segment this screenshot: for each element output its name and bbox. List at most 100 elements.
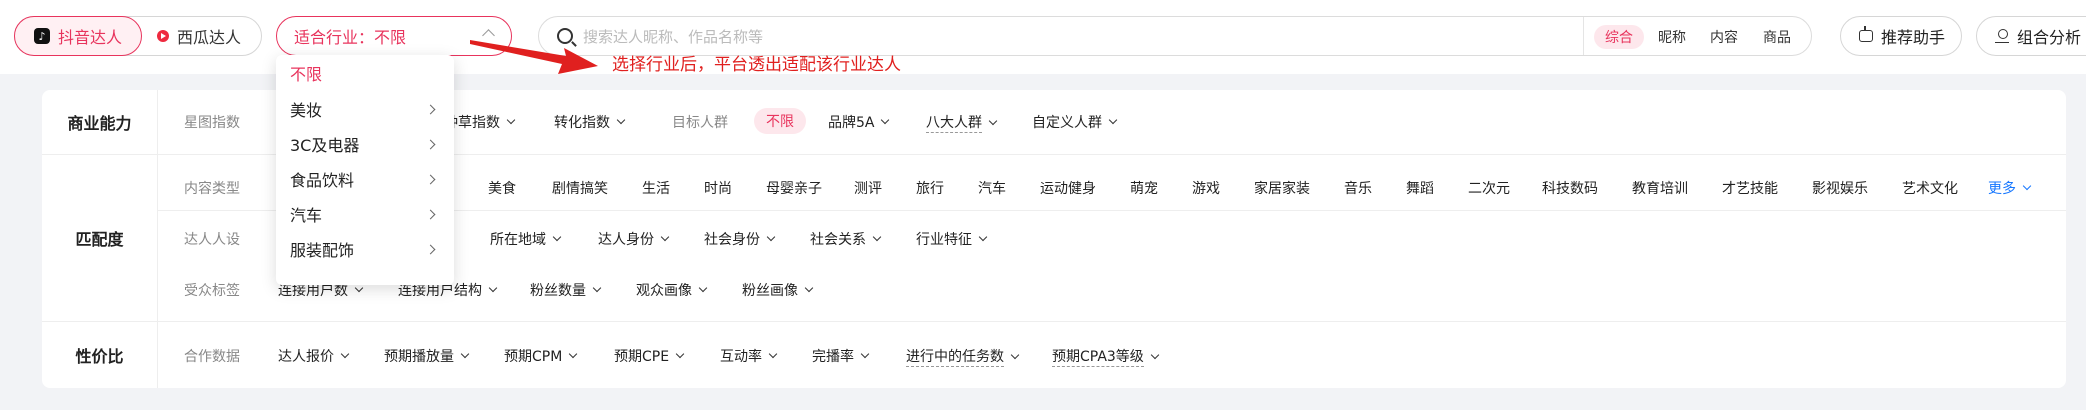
industry-option-label: 美妆: [290, 101, 323, 120]
filter-industry-feature[interactable]: 行业特征: [916, 229, 986, 249]
chevron-right-icon: [425, 209, 436, 219]
content-type-item[interactable]: 生活: [642, 178, 670, 198]
assistant-button[interactable]: 推荐助手: [1840, 16, 1962, 56]
filter-grass-index[interactable]: 种草指数: [444, 112, 514, 132]
industry-dropdown: 不限 美妆 3C及电器 食品饮料 汽车 服装配饰: [276, 55, 454, 285]
content-type-item[interactable]: 汽车: [978, 178, 1006, 198]
label-star-index: 星图指数: [184, 115, 240, 131]
industry-option-label: 服装配饰: [290, 241, 355, 260]
filter-conversion-index-label: 转化指数: [554, 115, 610, 131]
industry-option-beauty[interactable]: 美妆: [290, 92, 440, 126]
filter-expected-cpe[interactable]: 预期CPE: [614, 346, 683, 366]
scope-tab-all[interactable]: 综合: [1594, 25, 1644, 49]
filter-brand-5a[interactable]: 品牌5A: [828, 112, 888, 132]
filter-expected-cpe-label: 预期CPE: [614, 349, 670, 365]
filter-social-identity-label: 社会身份: [704, 232, 760, 248]
filter-region[interactable]: 所在地域: [490, 229, 560, 249]
label-persona: 达人人设: [184, 232, 240, 248]
platform-tab-douyin[interactable]: ♪ 抖音达人: [14, 16, 142, 56]
annotation-text: 选择行业后，平台透出适配该行业达人: [612, 55, 901, 75]
analysis-button-label: 组合分析: [2017, 28, 2082, 47]
platform-tab-xigua[interactable]: 西瓜达人: [157, 17, 241, 55]
filter-engagement-rate-label: 互动率: [720, 349, 762, 365]
filter-ongoing-tasks[interactable]: 进行中的任务数: [906, 346, 1018, 367]
filter-brand-5a-label: 品牌5A: [828, 115, 875, 131]
filter-completion-rate[interactable]: 完播率: [812, 346, 868, 366]
douyin-icon: ♪: [33, 28, 50, 44]
filter-social-relation[interactable]: 社会关系: [810, 229, 880, 249]
filter-expected-cpm-label: 预期CPM: [504, 349, 563, 365]
content-type-item[interactable]: 萌宠: [1130, 178, 1158, 198]
target-any-chip[interactable]: 不限: [754, 108, 806, 134]
industry-option-food[interactable]: 食品饮料: [290, 162, 440, 196]
content-type-item[interactable]: 美食: [488, 178, 516, 198]
scope-tab-nickname[interactable]: 昵称: [1652, 25, 1692, 49]
filter-engagement-rate[interactable]: 互动率: [720, 346, 776, 366]
content-type-item[interactable]: 科技数码: [1542, 178, 1598, 198]
filter-fan-count[interactable]: 粉丝数量: [530, 280, 600, 300]
row-title-value: 性价比: [42, 322, 158, 388]
content-type-item[interactable]: 剧情搞笑: [552, 178, 608, 198]
row-title-commercial: 商业能力: [42, 90, 158, 154]
filter-expected-cpm[interactable]: 预期CPM: [504, 346, 576, 366]
content-type-item[interactable]: 艺术文化: [1902, 178, 1958, 198]
xigua-icon: [157, 30, 169, 42]
filter-fan-count-label: 粉丝数量: [530, 283, 586, 299]
industry-select-value: 适合行业：不限: [294, 28, 407, 47]
filter-fan-profile[interactable]: 粉丝画像: [742, 280, 812, 300]
content-type-item[interactable]: 舞蹈: [1406, 178, 1434, 198]
row-separator: [42, 321, 2066, 322]
chevron-right-icon: [425, 174, 436, 184]
chevron-right-icon: [425, 244, 436, 254]
content-type-item[interactable]: 才艺技能: [1722, 178, 1778, 198]
filter-completion-rate-label: 完播率: [812, 349, 854, 365]
filter-cpa3-level[interactable]: 预期CPA3等级: [1052, 346, 1158, 367]
filter-region-label: 所在地域: [490, 232, 546, 248]
filter-social-relation-label: 社会关系: [810, 232, 866, 248]
industry-option-label: 汽车: [290, 206, 323, 225]
industry-option-label: 不限: [290, 65, 323, 84]
content-type-item[interactable]: 时尚: [704, 178, 732, 198]
industry-option-apparel[interactable]: 服装配饰: [290, 232, 440, 266]
platform-tab-xigua-label: 西瓜达人: [177, 28, 242, 47]
assistant-button-label: 推荐助手: [1881, 28, 1946, 47]
chevron-right-icon: [425, 104, 436, 114]
filter-custom-audience[interactable]: 自定义人群: [1032, 112, 1116, 132]
filter-conversion-index[interactable]: 转化指数: [554, 112, 624, 132]
content-type-item[interactable]: 教育培训: [1632, 178, 1688, 198]
filter-eight-groups[interactable]: 八大人群: [926, 112, 996, 133]
content-type-item[interactable]: 旅行: [916, 178, 944, 198]
more-content-types-label: 更多: [1988, 181, 2016, 197]
industry-option-auto[interactable]: 汽车: [290, 197, 440, 231]
filter-kol-quote-label: 达人报价: [278, 349, 334, 365]
more-content-types-button[interactable]: 更多: [1988, 178, 2030, 198]
content-type-item[interactable]: 家居家装: [1254, 178, 1310, 198]
content-type-item[interactable]: 游戏: [1192, 178, 1220, 198]
search-input[interactable]: [583, 25, 1583, 49]
content-type-item[interactable]: 母婴亲子: [766, 178, 822, 198]
filter-kol-quote[interactable]: 达人报价: [278, 346, 348, 366]
platform-switcher: ♪ 抖音达人 西瓜达人: [14, 16, 262, 56]
platform-tab-douyin-label: 抖音达人: [57, 28, 122, 47]
content-type-item[interactable]: 音乐: [1344, 178, 1372, 198]
content-type-item[interactable]: 影视娱乐: [1812, 178, 1868, 198]
industry-option-electronics[interactable]: 3C及电器: [290, 127, 440, 161]
industry-option-label: 3C及电器: [290, 136, 360, 155]
filter-expected-plays-label: 预期播放量: [384, 349, 454, 365]
filter-expected-plays[interactable]: 预期播放量: [384, 346, 468, 366]
content-type-item[interactable]: 运动健身: [1040, 178, 1096, 198]
filter-custom-audience-label: 自定义人群: [1032, 115, 1102, 131]
label-audience-tags: 受众标签: [184, 283, 240, 299]
analysis-button[interactable]: 组合分析: [1976, 16, 2086, 56]
filter-ongoing-tasks-label: 进行中的任务数: [906, 346, 1004, 367]
filter-social-identity[interactable]: 社会身份: [704, 229, 774, 249]
filter-viewer-profile[interactable]: 观众画像: [636, 280, 706, 300]
content-type-item[interactable]: 测评: [854, 178, 882, 198]
filter-kol-identity[interactable]: 达人身份: [598, 229, 668, 249]
scope-tab-product[interactable]: 商品: [1757, 25, 1797, 49]
filter-viewer-profile-label: 观众画像: [636, 283, 692, 299]
industry-option-any[interactable]: 不限: [290, 56, 440, 90]
filter-fan-profile-label: 粉丝画像: [742, 283, 798, 299]
content-type-item[interactable]: 二次元: [1468, 178, 1510, 198]
scope-tab-content[interactable]: 内容: [1704, 25, 1744, 49]
